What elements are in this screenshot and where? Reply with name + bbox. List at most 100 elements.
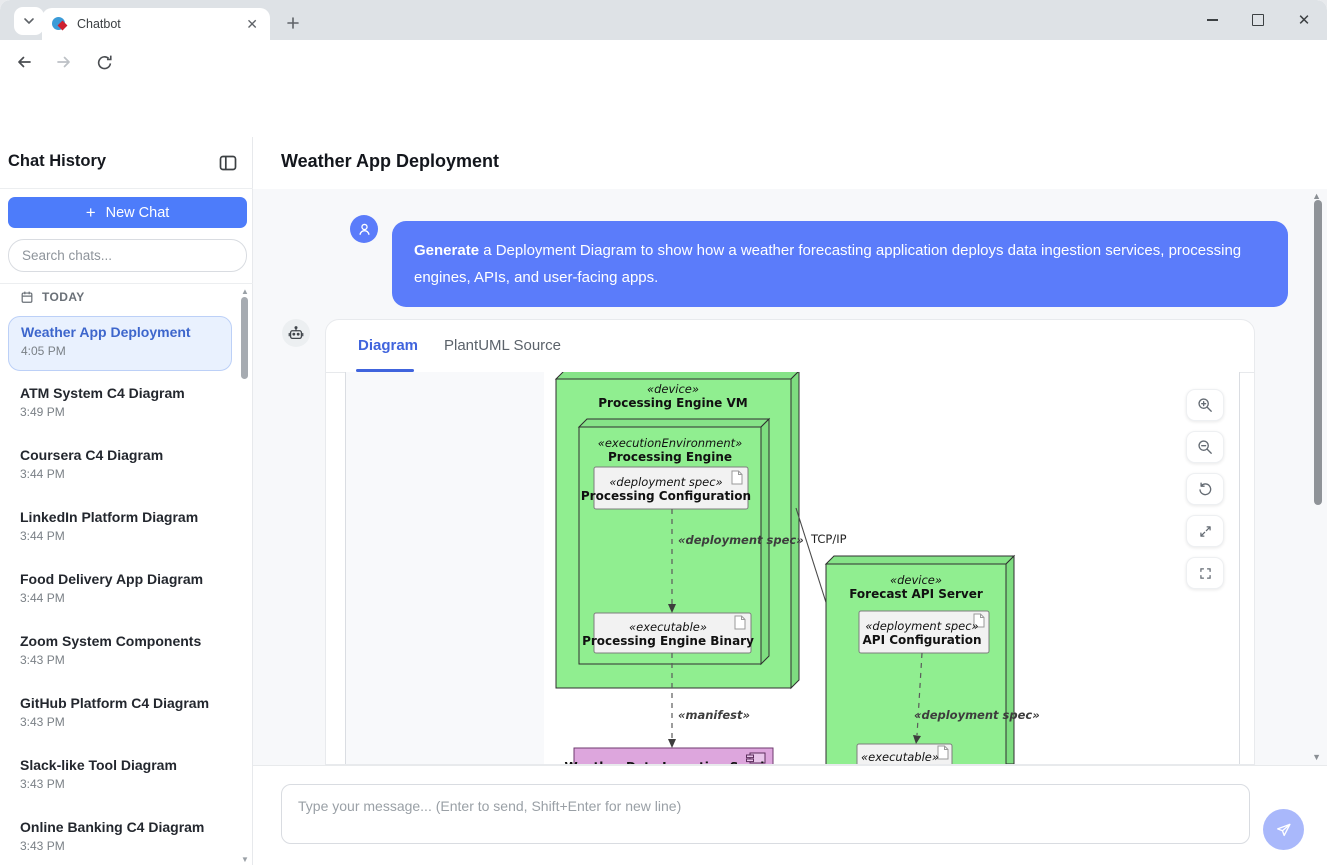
chat-item-time: 3:44 PM [20,591,220,605]
diagram-tabbar: Diagram PlantUML Source [326,320,1254,373]
tab-search-button[interactable] [14,7,44,35]
svg-text:«executionEnvironment»: «executionEnvironment» [598,436,742,450]
new-chat-button[interactable]: + New Chat [8,197,247,228]
expand-arrows-icon [1198,524,1213,539]
plus-icon [286,16,300,30]
new-chat-label: New Chat [106,205,170,221]
diagram-canvas: «device» Processing Engine VM «execution… [544,372,1240,764]
expand-button[interactable] [1186,515,1224,547]
robot-icon [287,324,305,342]
zoom-out-button[interactable] [1186,431,1224,463]
app-header: Chatbot Visual Paradigm AI Assistant for… [0,84,1327,138]
chat-item-title: Online Banking C4 Diagram [20,819,220,835]
minimize-icon [1207,19,1218,20]
sidebar-scrollbar-thumb[interactable] [241,297,248,379]
chat-item-coursera[interactable]: Coursera C4 Diagram 3:44 PM [8,440,232,495]
document-icon [732,471,742,484]
message-input[interactable] [281,784,1250,844]
window-maximize-button[interactable] [1235,0,1281,40]
message-body: a Deployment Diagram to show how a weath… [414,242,1241,286]
tab-plantuml-source[interactable]: PlantUML Source [444,337,561,354]
chat-item-online-banking[interactable]: Online Banking C4 Diagram 3:43 PM [8,812,232,865]
window-close-button[interactable]: ✕ [1281,0,1327,40]
chat-item-slack-like[interactable]: Slack-like Tool Diagram 3:43 PM [8,750,232,805]
reload-button[interactable] [92,50,116,74]
window-minimize-button[interactable] [1189,0,1235,40]
tab-close-icon[interactable]: ✕ [244,15,260,33]
tab-diagram[interactable]: Diagram [358,337,418,354]
chat-item-time: 3:44 PM [20,529,220,543]
today-label: TODAY [42,290,85,304]
send-button[interactable] [1263,809,1304,850]
chevron-down-icon [22,14,36,28]
chat-item-atm-system[interactable]: ATM System C4 Diagram 3:49 PM [8,378,232,433]
node-forecast-api-server: «device» Forecast API Server [826,556,1014,764]
artifact-api-configuration: «deployment spec» API Configuration [859,611,989,653]
browser-window: Chatbot ✕ ✕ ai-toolbox.visual-paradigm.c… [0,0,1327,865]
chat-item-time: 3:43 PM [20,715,220,729]
svg-text:«device»: «device» [890,573,942,587]
forward-button[interactable] [52,50,76,74]
chat-item-github[interactable]: GitHub Platform C4 Diagram 3:43 PM [8,688,232,743]
maximize-icon [1252,14,1264,26]
new-tab-button[interactable] [280,10,306,36]
browser-tab[interactable]: Chatbot ✕ [42,8,270,40]
diagram-card: Diagram PlantUML Source «device» Process… [325,319,1255,765]
sidebar-scroll-up-icon[interactable]: ▲ [241,287,249,296]
chat-item-zoom-system[interactable]: Zoom System Components 3:43 PM [8,626,232,681]
chat-scrollbar-thumb[interactable] [1314,200,1322,505]
diagram-viewport[interactable]: «device» Processing Engine VM «execution… [345,372,1240,764]
svg-text:Forecast API Server: Forecast API Server [849,587,983,601]
browser-toolbar: ai-toolbox.visual-paradigm.com/app/chatb… [0,40,1327,84]
message-composer [253,765,1327,865]
svg-text:Processing Engine Binary: Processing Engine Binary [582,634,754,648]
chat-item-linkedin[interactable]: LinkedIn Platform Diagram 3:44 PM [8,502,232,557]
document-icon [938,746,948,759]
chat-item-title: Zoom System Components [20,633,220,649]
panel-collapse-icon [218,153,238,173]
collapse-sidebar-button[interactable] [218,153,238,173]
component-weather-data-ingestion: Weather Data Ingestion Servic [564,748,773,764]
close-icon: ✕ [1298,13,1311,28]
svg-text:«manifest»: «manifest» [678,708,750,722]
svg-text:«device»: «device» [647,382,699,396]
fullscreen-brackets-icon [1198,566,1213,581]
chat-scroll-down-icon[interactable]: ▼ [1312,752,1321,762]
forward-arrow-icon [54,52,74,72]
search-input[interactable] [9,240,248,271]
site-favicon [52,16,68,32]
tab-title: Chatbot [77,17,244,31]
deployment-diagram: «device» Processing Engine VM «execution… [544,372,1240,764]
chat-item-weather-app-deployment[interactable]: Weather App Deployment 4:05 PM [8,316,232,371]
chat-item-title: Weather App Deployment [21,324,219,340]
fullscreen-button[interactable] [1186,557,1224,589]
chat-item-title: GitHub Platform C4 Diagram [20,695,220,711]
zoom-out-icon [1197,439,1213,455]
sidebar-scroll-down-icon[interactable]: ▼ [241,855,249,864]
document-icon [735,616,745,629]
today-section-header: TODAY [20,290,85,304]
back-button[interactable] [12,50,36,74]
chat-item-title: ATM System C4 Diagram [20,385,220,401]
message-lead: Generate [414,242,479,259]
plus-icon: + [86,203,96,223]
chat-item-time: 3:49 PM [20,405,220,419]
chat-item-food-delivery[interactable]: Food Delivery App Diagram 3:44 PM [8,564,232,619]
conversation-titlebar: Weather App Deployment [253,137,1327,190]
search-chats-box[interactable] [8,239,247,272]
artifact-api-executable: «executable» [857,744,952,764]
user-message-bubble: Generate a Deployment Diagram to show ho… [392,221,1288,307]
svg-text:«executable»: «executable» [861,750,939,764]
back-arrow-icon [14,52,34,72]
assistant-avatar [282,319,310,347]
reset-view-button[interactable] [1186,473,1224,505]
zoom-in-button[interactable] [1186,389,1224,421]
diagram-zoom-controls [1186,389,1224,589]
svg-text:«deployment spec»: «deployment spec» [865,619,978,633]
browser-tabstrip: Chatbot ✕ ✕ [0,0,1327,40]
chat-item-time: 4:05 PM [21,344,219,358]
svg-text:Processing Configuration: Processing Configuration [581,489,751,503]
svg-text:API Configuration: API Configuration [863,633,982,647]
paper-plane-icon [1275,821,1293,839]
chat-item-time: 3:43 PM [20,839,220,853]
